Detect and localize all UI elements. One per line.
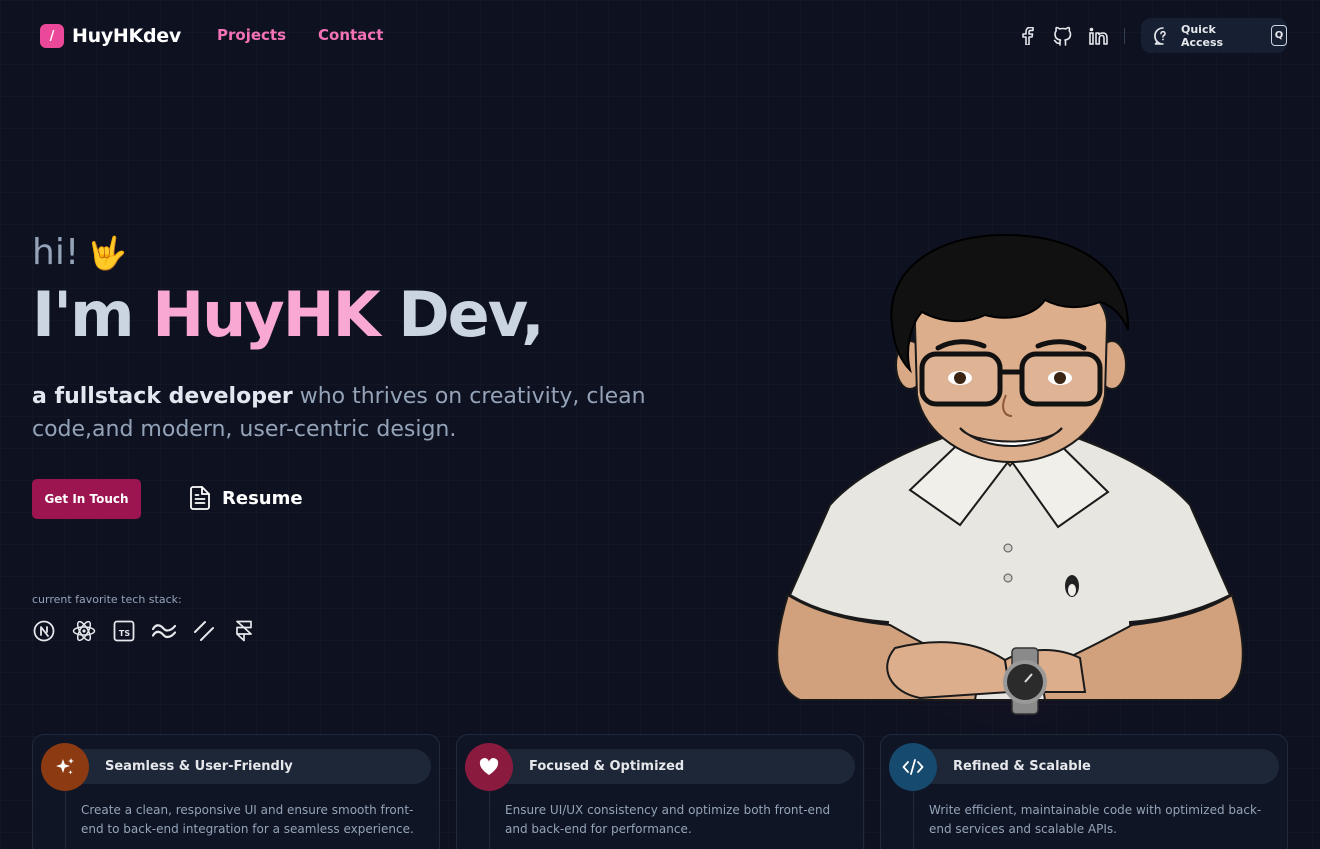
rock-hand-icon: 🤟 <box>87 233 128 272</box>
header: / HuyHKdev Projects Contact Quick Access… <box>0 0 1320 70</box>
header-divider <box>1124 28 1125 44</box>
svg-text:TS: TS <box>119 629 130 638</box>
feature-card-focused: Focused & Optimized Ensure UI/UX consist… <box>456 734 864 849</box>
card-rail <box>489 791 490 849</box>
get-in-touch-button[interactable]: Get In Touch <box>32 479 141 519</box>
sparkles-icon <box>41 743 89 791</box>
tech-stack-label: current favorite tech stack: <box>32 593 182 606</box>
framer-icon[interactable] <box>232 619 256 643</box>
facebook-icon[interactable] <box>1016 25 1038 47</box>
main-nav: Projects Contact <box>217 26 383 44</box>
headline-name: HuyHK <box>152 278 380 351</box>
resume-button[interactable]: Resume <box>190 486 303 510</box>
card-description: Create a clean, responsive UI and ensure… <box>81 803 414 836</box>
card-description: Write efficient, maintainable code with … <box>929 803 1262 836</box>
greeting: hi! 🤟 <box>32 232 127 273</box>
react-icon[interactable] <box>72 619 96 643</box>
page-title: I'm HuyHK Dev, <box>32 278 545 351</box>
headline-suffix: Dev, <box>378 278 544 351</box>
typescript-icon[interactable]: TS <box>112 619 136 643</box>
feature-card-refined: Refined & Scalable Write efficient, main… <box>880 734 1288 849</box>
nav-projects[interactable]: Projects <box>217 26 286 44</box>
quick-access-shortcut: Q <box>1270 25 1287 46</box>
tech-stack: TS <box>32 619 256 643</box>
card-description: Ensure UI/UX consistency and optimize bo… <box>505 803 831 836</box>
github-icon[interactable] <box>1052 25 1074 47</box>
developer-avatar <box>760 230 1260 750</box>
greeting-text: hi! <box>32 232 80 273</box>
document-icon <box>190 486 210 510</box>
code-icon <box>889 743 937 791</box>
logo[interactable]: / HuyHKdev <box>40 24 181 48</box>
quick-access-label: Quick Access <box>1181 22 1224 49</box>
nextjs-icon[interactable] <box>32 619 56 643</box>
card-title: Seamless & User-Friendly <box>105 759 293 774</box>
hero-subtitle: a fullstack developer who thrives on cre… <box>32 380 672 446</box>
logo-text: HuyHKdev <box>72 25 181 47</box>
shadcn-icon[interactable] <box>192 619 216 643</box>
card-title: Refined & Scalable <box>953 759 1091 774</box>
social-links <box>1016 25 1110 47</box>
card-rail <box>65 791 66 849</box>
quick-access-button[interactable]: Quick Access Q <box>1141 18 1287 53</box>
heart-icon <box>465 743 513 791</box>
tailwind-icon[interactable] <box>152 619 176 643</box>
resume-label: Resume <box>222 487 303 509</box>
nav-contact[interactable]: Contact <box>318 26 383 44</box>
feature-card-seamless: Seamless & User-Friendly Create a clean,… <box>32 734 440 849</box>
headline-prefix: I'm <box>32 278 153 351</box>
card-rail <box>913 791 914 849</box>
help-chat-icon <box>1153 26 1173 46</box>
linkedin-icon[interactable] <box>1088 25 1110 47</box>
card-title: Focused & Optimized <box>529 759 685 774</box>
logo-mark: / <box>40 24 64 48</box>
hero-role: a fullstack developer <box>32 384 293 409</box>
